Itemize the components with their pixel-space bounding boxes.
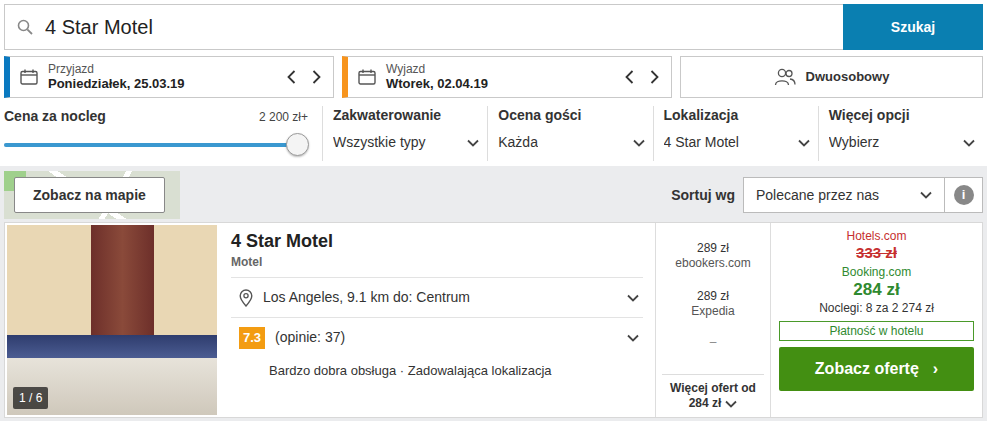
reviews-count: (opinie: 37) [275, 327, 617, 348]
toolbar: Zobacz na mapie Sortuj wg Polecane przez n… [4, 171, 983, 219]
chevron-down-icon [633, 139, 645, 147]
offer-item[interactable]: 289 złebookers.com [656, 241, 770, 271]
price-slider-fill [4, 143, 297, 147]
deal-site: Booking.com [779, 265, 974, 279]
filter-dropdown[interactable]: Zakwaterowanie Wszystkie typy [322, 106, 487, 161]
chevron-down-icon [725, 400, 737, 408]
filter-value: Każda [498, 132, 538, 153]
price-label: Cena za nocleg [4, 106, 106, 127]
date-arrows [625, 70, 659, 84]
location-text: Los Angeles, 9.1 km do: Centrum [263, 287, 617, 308]
filter-value: 4 Star Motel [664, 132, 739, 153]
date-arrows [287, 70, 321, 84]
more-offers-label: Więcej ofert od [662, 381, 764, 396]
date-value: Wtorek, 02.04.19 [386, 76, 615, 92]
photo-counter: 1 / 6 [13, 387, 48, 409]
next-day-icon[interactable] [312, 70, 321, 84]
price-slider[interactable] [4, 143, 297, 147]
chevron-down-icon [627, 294, 639, 302]
review-highlights: Bardzo dobra obsługa · Zadowalająca loka… [231, 357, 643, 381]
empty-offer: – [656, 333, 770, 351]
results-area: Zobacz na mapie Sortuj wg Polecane przez n… [0, 166, 987, 421]
hotel-info: 4 Star MotelMotel Los Angeles, 9.1 km do:… [219, 223, 655, 417]
search-bar: Szukaj [4, 4, 983, 50]
sort-area: Sortuj wg Polecane przez nas i [671, 177, 983, 213]
search-field [4, 4, 843, 50]
date-label: Wyjazd [386, 62, 615, 76]
filter-dropdown[interactable]: Więcej opcji Wybierz [818, 106, 983, 161]
filter-value: Wszystkie typy [333, 132, 426, 153]
date-bar: PrzyjazdPoniedziałek, 25.03.19WyjazdWtor… [4, 56, 983, 98]
arrow-icon: › [933, 357, 938, 381]
date-field[interactable]: PrzyjazdPoniedziałek, 25.03.19 [4, 56, 334, 98]
hotel-card: 1 / 6 4 Star MotelMotel Los Angeles, 9.1 k… [4, 222, 983, 418]
date-label: Przyjazd [48, 62, 277, 76]
magnifier-icon [17, 19, 33, 35]
hotel-name[interactable]: 4 Star Motel [231, 229, 643, 253]
chevron-down-icon [920, 191, 932, 199]
price-slider-thumb[interactable] [286, 133, 309, 156]
more-offers-price: 284 zł [689, 396, 722, 411]
view-offer-button[interactable]: Zobacz ofertę › [779, 347, 974, 391]
hotel-photo[interactable]: 1 / 6 [7, 225, 217, 415]
other-offers: 289 złebookers.com289 złExpedia–Więcej o… [655, 223, 770, 417]
old-price-site: Hotels.com [779, 229, 974, 243]
chevron-down-icon [467, 139, 479, 147]
calendar-icon [20, 69, 38, 85]
filter-label: Ocena gości [498, 106, 644, 124]
filter-bar: Cena za nocleg 2 200 zł+ Zakwaterowanie Wsz… [4, 106, 983, 161]
date-field[interactable]: WyjazdWtorek, 02.04.19 [342, 56, 672, 98]
rating-badge: 7.3 [239, 327, 265, 349]
nights-total: Noclegi: 8 za 2 274 zł [779, 301, 974, 315]
info-button[interactable]: i [945, 177, 983, 213]
filter-dropdown[interactable]: Lokalizacja 4 Star Motel [653, 106, 818, 161]
guests-label: Dwuosobowy [806, 67, 890, 87]
filter-dropdown[interactable]: Ocena gości Każda [487, 106, 652, 161]
chevron-down-icon [627, 334, 639, 342]
info-icon: i [954, 185, 974, 205]
map-button[interactable]: Zobacz na mapie [14, 177, 165, 213]
sort-select[interactable]: Polecane przez nas [743, 177, 945, 213]
rating-row[interactable]: 7.3 (opinie: 37) [231, 317, 643, 357]
view-offer-label: Zobacz ofertę [815, 357, 919, 381]
offer-item[interactable]: 289 złExpedia [656, 289, 770, 319]
offer-price: 289 zł [656, 241, 770, 256]
chevron-down-icon [798, 139, 810, 147]
hotel-type: Motel [231, 253, 643, 271]
guests-field[interactable]: Dwuosobowy [680, 56, 983, 98]
more-offers[interactable]: Więcej ofert od284 zł [662, 374, 764, 411]
price-filter: Cena za nocleg 2 200 zł+ [4, 106, 322, 161]
filter-label: Zakwaterowanie [333, 106, 479, 124]
filter-label: Więcej opcji [829, 106, 975, 124]
offer-price: 289 zł [656, 289, 770, 304]
map-preview[interactable]: Zobacz na mapie [4, 171, 180, 219]
payment-info: Płatność w hotelu [779, 321, 974, 341]
search-input[interactable] [43, 11, 831, 43]
date-value: Poniedziałek, 25.03.19 [48, 76, 277, 92]
old-price: 333 zł [779, 243, 974, 262]
filter-label: Lokalizacja [664, 106, 810, 124]
offer-site: Expedia [656, 304, 770, 319]
sort-label: Sortuj wg [671, 185, 735, 206]
previous-day-icon[interactable] [287, 70, 296, 84]
sort-value: Polecane przez nas [756, 185, 879, 206]
offer-site: ebookers.com [656, 256, 770, 271]
previous-day-icon[interactable] [625, 70, 634, 84]
best-deal: Hotels.com333 zł Booking.com284 złNoclegi… [770, 223, 982, 417]
deal-price: 284 zł [779, 279, 974, 301]
price-reading: 2 200 zł+ [259, 108, 308, 126]
calendar-icon [358, 69, 376, 85]
location-row[interactable]: Los Angeles, 9.1 km do: Centrum [231, 277, 643, 317]
search-button[interactable]: Szukaj [843, 4, 983, 50]
chevron-down-icon [963, 139, 975, 147]
pin-icon [239, 289, 253, 307]
filter-value: Wybierz [829, 132, 879, 153]
next-day-icon[interactable] [650, 70, 659, 84]
people-icon [774, 68, 796, 86]
